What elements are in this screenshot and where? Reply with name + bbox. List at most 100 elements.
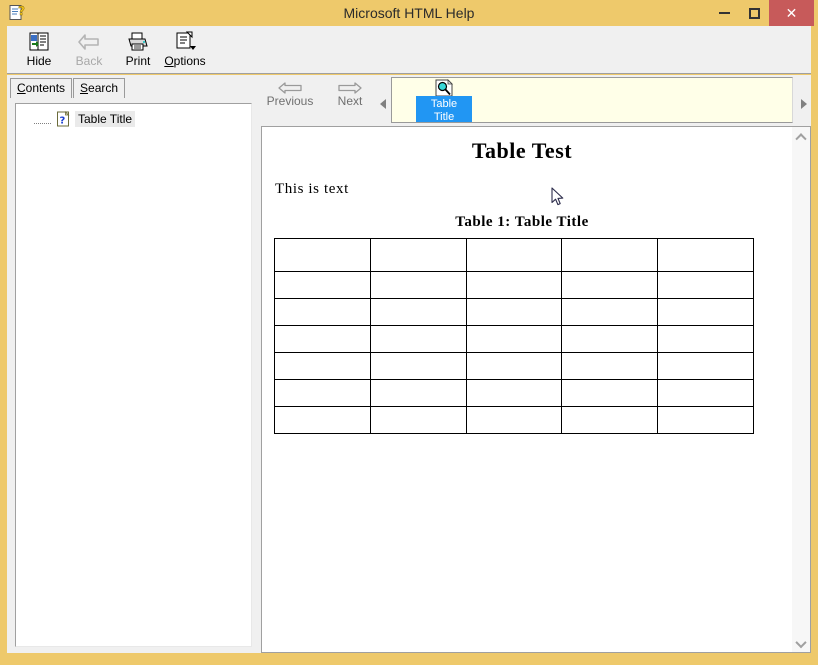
previous-button[interactable]: Previous — [261, 78, 319, 118]
hide-button-label: Hide — [26, 54, 52, 68]
table-cell — [561, 406, 659, 434]
tree-item-table-title[interactable]: ? Table Title — [34, 110, 136, 128]
table-cell — [561, 352, 659, 380]
page-title: Table Test — [471, 138, 573, 163]
next-button-label: Next — [337, 94, 363, 108]
next-button[interactable]: Next — [321, 78, 379, 118]
print-button[interactable]: Print — [112, 28, 164, 72]
minimize-button[interactable] — [709, 0, 739, 26]
toolbar: Hide Back Print Options — [7, 26, 811, 74]
table-cell — [465, 406, 563, 434]
table-body — [274, 238, 754, 434]
table-cell — [561, 238, 659, 272]
content-table — [274, 238, 754, 434]
table-cell — [561, 379, 659, 407]
history-item-table-title[interactable]: Table Title — [416, 79, 472, 123]
close-button[interactable]: ✕ — [769, 0, 814, 26]
table-cell — [369, 298, 467, 326]
table-cell — [657, 406, 754, 434]
table-cell — [274, 325, 371, 353]
history-scroll-right-button[interactable] — [797, 97, 811, 111]
history-strip[interactable]: Table Title — [391, 77, 793, 123]
table-cell — [274, 379, 371, 407]
tab-search[interactable]: Search — [73, 78, 126, 98]
contents-tree[interactable]: ? Table Title — [15, 103, 252, 647]
back-arrow-icon — [78, 34, 99, 50]
table-cell — [465, 298, 563, 326]
table-cell — [369, 406, 467, 434]
maximize-icon — [748, 7, 760, 19]
tab-search-accel: S — [80, 81, 89, 95]
navigation-pane: Contents Search ? Table Title — [7, 75, 260, 653]
help-document: Table Test This is text Table 1: Table T… — [262, 127, 793, 652]
back-button-label: Back — [75, 54, 103, 68]
table-cell — [274, 406, 371, 434]
table-cell — [465, 352, 563, 380]
tab-contents-label: ontents — [25, 81, 66, 95]
table-row — [274, 406, 754, 434]
table-row — [274, 271, 754, 299]
options-icon — [176, 31, 196, 50]
options-button[interactable]: Options — [159, 28, 211, 72]
scroll-right-triangle-icon — [801, 99, 807, 109]
svg-text:?: ? — [60, 116, 66, 127]
title-bar: ? Microsoft HTML Help ✕ — [0, 0, 818, 26]
tab-contents-accel: C — [17, 81, 26, 95]
table-row — [274, 238, 754, 272]
navigation-bar: Previous Next Table Title — [261, 75, 811, 125]
maximize-button[interactable] — [739, 0, 769, 26]
tree-connector-line — [34, 111, 56, 127]
table-row — [274, 298, 754, 326]
previous-button-label: Previous — [266, 94, 314, 108]
table-cell — [465, 325, 563, 353]
left-arrow-icon — [278, 82, 302, 94]
table-cell — [561, 298, 659, 326]
table-cell — [657, 238, 754, 272]
table-cell — [274, 352, 371, 380]
scroll-down-button[interactable] — [792, 635, 809, 652]
table-caption: Table 1: Table Title — [455, 214, 589, 230]
content-pane: Previous Next Table Title Table Test Thi… — [261, 75, 811, 653]
history-item-line2: Title — [433, 111, 455, 123]
tab-contents[interactable]: Contents — [10, 78, 73, 98]
table-cell — [657, 271, 754, 299]
history-item-line1: Table — [430, 98, 458, 110]
history-item-label: Table Title — [416, 96, 472, 123]
table-cell — [657, 379, 754, 407]
options-accel: O — [164, 54, 174, 68]
scroll-up-button[interactable] — [792, 127, 809, 144]
history-scroll-left-button[interactable] — [376, 97, 390, 111]
tree-item-label: Table Title — [75, 111, 136, 127]
back-button[interactable]: Back — [63, 28, 115, 72]
print-button-label: Print — [125, 54, 151, 68]
table-cell — [465, 271, 563, 299]
table-row — [274, 352, 754, 380]
table-cell — [369, 352, 467, 380]
table-cell — [369, 238, 467, 272]
printer-icon — [128, 32, 148, 51]
right-arrow-icon — [338, 82, 362, 94]
content-vertical-scrollbar[interactable] — [792, 126, 811, 653]
help-page-question-icon: ? — [57, 111, 70, 127]
body-paragraph: This is text — [275, 181, 349, 197]
hide-button[interactable]: Hide — [13, 28, 65, 72]
close-icon: ✕ — [785, 5, 798, 21]
table-cell — [369, 379, 467, 407]
table-cell — [274, 271, 371, 299]
help-window: ? Microsoft HTML Help ✕ Hide Back Print … — [0, 0, 818, 665]
table-cell — [561, 325, 659, 353]
chevron-down-icon — [794, 636, 807, 648]
minimize-icon — [718, 12, 730, 14]
table-row — [274, 379, 754, 407]
table-cell — [657, 352, 754, 380]
table-cell — [465, 238, 563, 272]
tab-strip: Contents Search — [10, 78, 257, 98]
table-cell — [369, 325, 467, 353]
options-button-label: Options — [164, 54, 205, 68]
tab-search-label: earch — [88, 81, 119, 95]
options-rest: ptions — [173, 54, 206, 68]
chevron-up-icon — [794, 132, 807, 144]
table-cell — [657, 298, 754, 326]
table-cell — [657, 325, 754, 353]
table-row — [274, 325, 754, 353]
